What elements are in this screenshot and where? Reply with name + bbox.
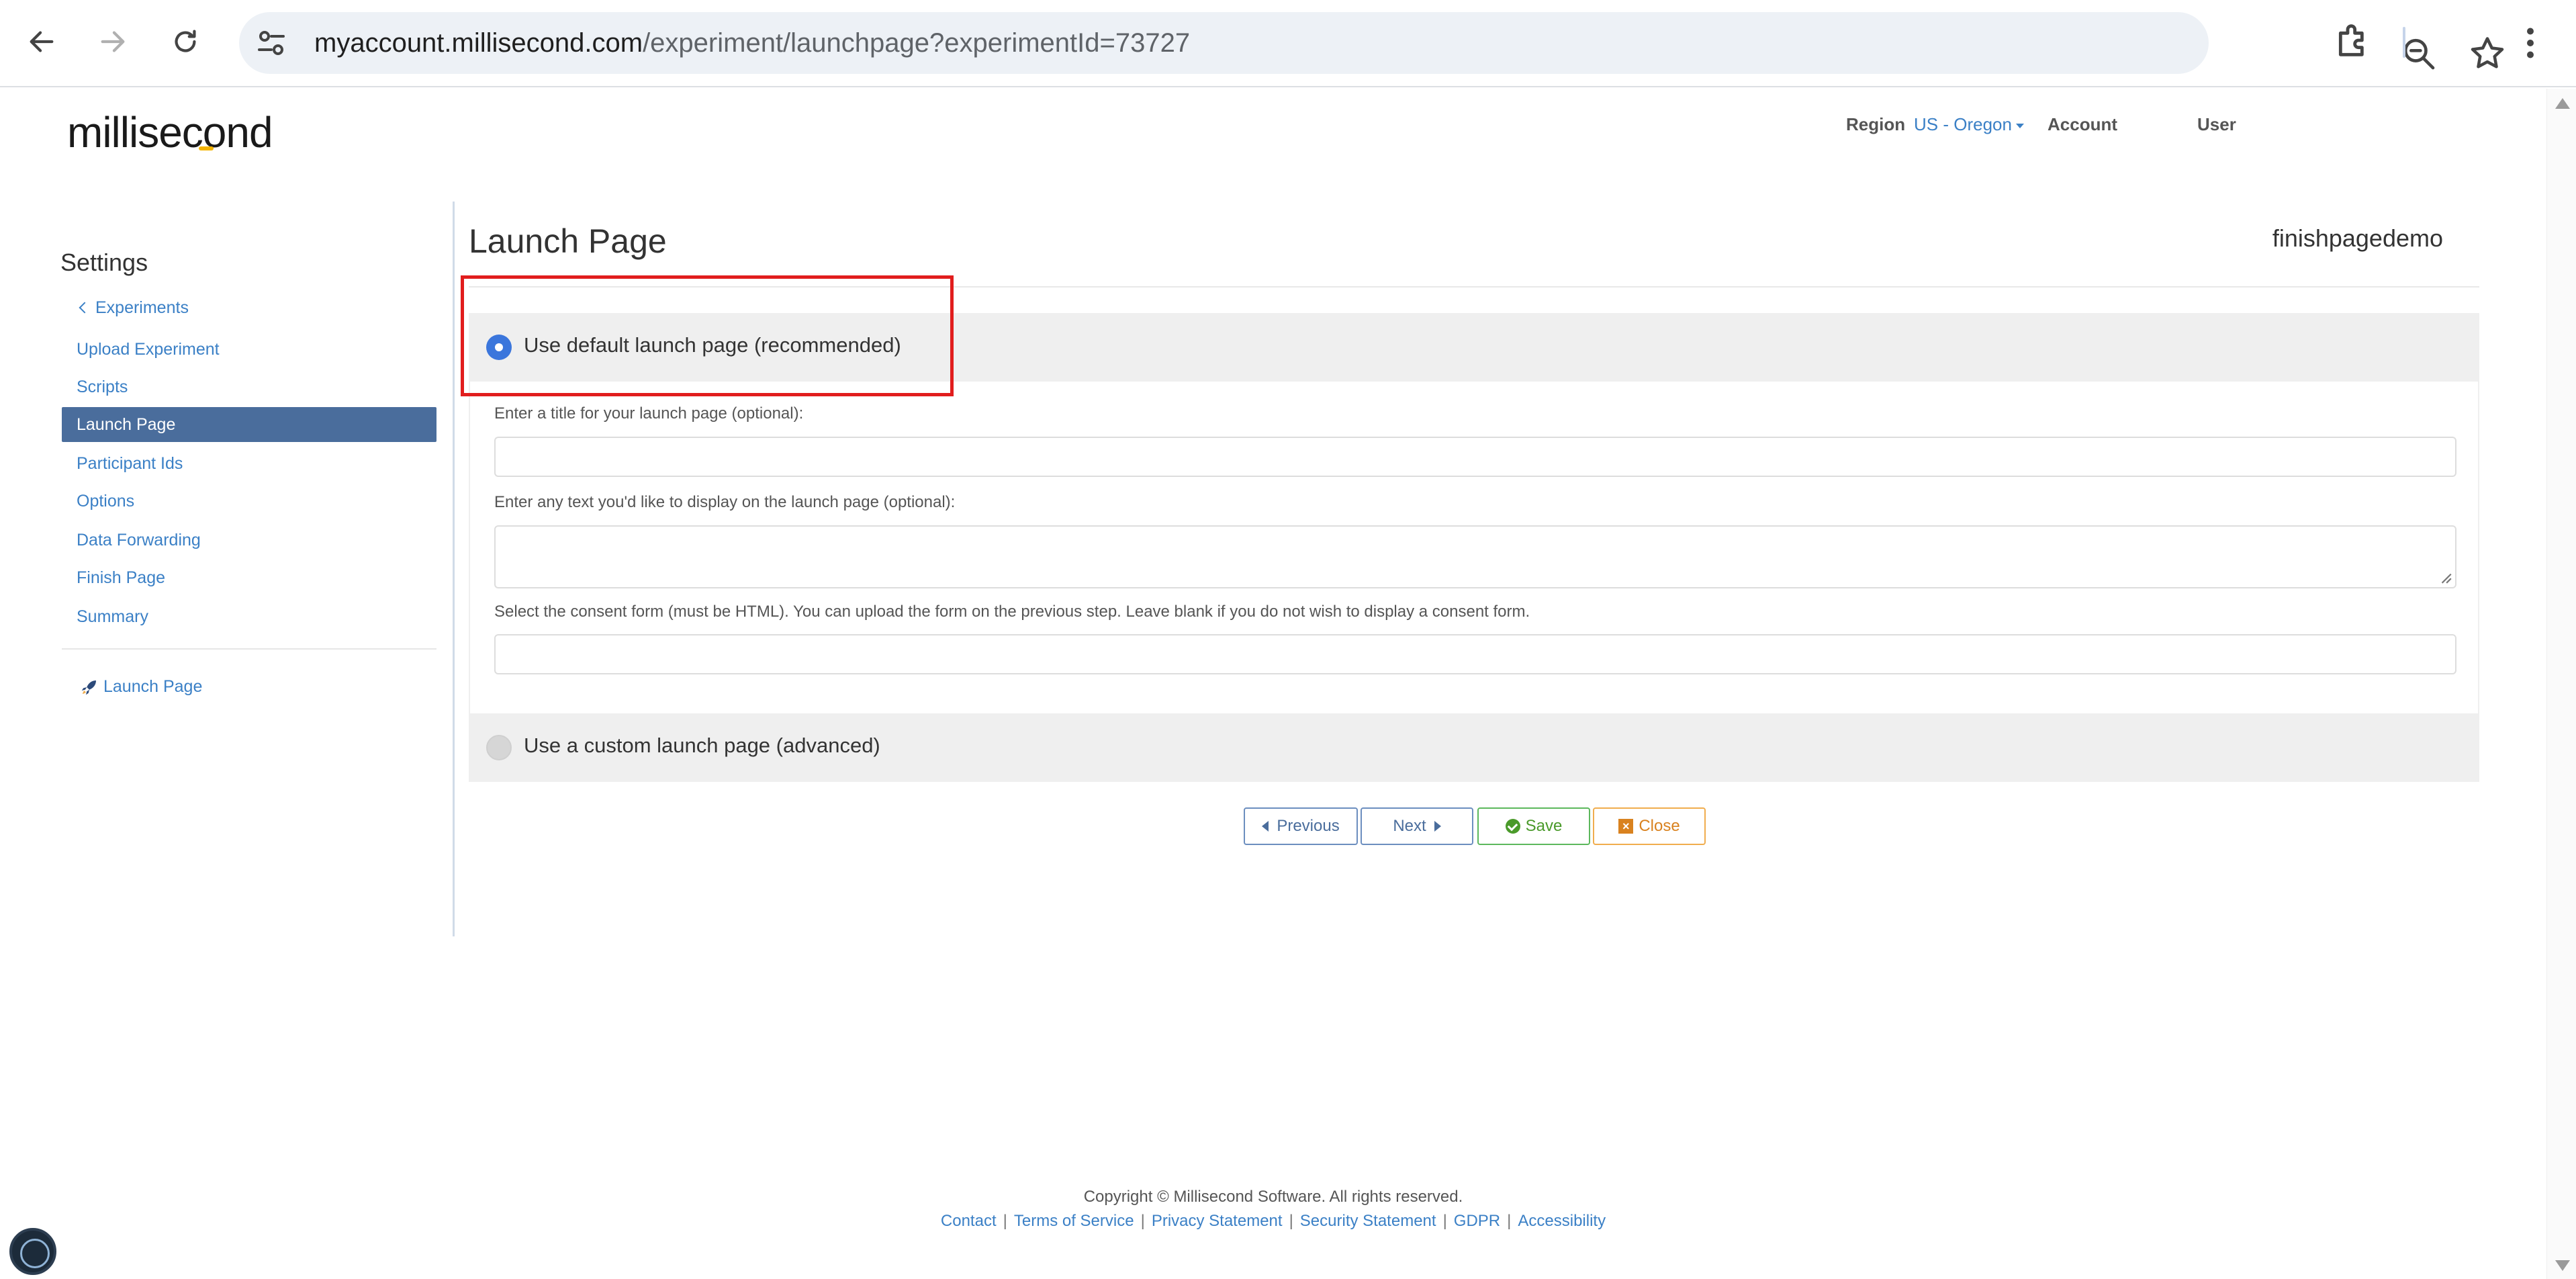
rocket-icon	[81, 680, 96, 695]
sidebar-divider	[62, 648, 436, 650]
custom-launch-radio[interactable]	[486, 735, 512, 760]
account-link[interactable]: Account	[2048, 114, 2117, 135]
toolbar-divider	[2403, 27, 2405, 58]
sidebar-item-launch-page[interactable]: Launch Page	[62, 407, 436, 442]
logo-text: millisecond	[67, 108, 273, 157]
sidebar-item-label: Launch Page	[103, 677, 203, 696]
url-text[interactable]: myaccount.millisecond.com/experiment/lau…	[314, 24, 1190, 62]
launch-title-input[interactable]	[494, 437, 2456, 477]
footer-contact-link[interactable]: Contact	[941, 1212, 997, 1230]
caret-left-icon	[1262, 821, 1269, 832]
page-title: Launch Page	[469, 222, 667, 260]
reload-icon	[175, 30, 196, 52]
sidebar-item-participant-ids[interactable]: Participant Ids	[62, 446, 436, 481]
footer-terms-link[interactable]: Terms of Service	[1014, 1212, 1134, 1230]
web-page: millisecond Region US - Oregon Account U…	[3, 89, 2544, 1279]
annotation-highlight-box	[461, 275, 954, 396]
caret-right-icon	[1434, 821, 1441, 832]
footer-separator: |	[1140, 1212, 1145, 1230]
scroll-up-arrow-icon[interactable]	[2555, 98, 2570, 109]
sidebar-back-experiments[interactable]: Experiments	[62, 290, 436, 325]
site-settings-icon[interactable]	[255, 27, 287, 59]
footer-separator: |	[1003, 1212, 1007, 1230]
sidebar-item-label: Experiments	[95, 298, 189, 317]
save-button[interactable]: Save	[1477, 807, 1590, 845]
consent-form-select[interactable]	[494, 634, 2456, 674]
arrow-right-icon	[101, 31, 125, 52]
footer-links: Contact | Terms of Service | Privacy Stateme…	[3, 1212, 2544, 1231]
back-button[interactable]	[17, 17, 66, 66]
close-label: Close	[1639, 817, 1680, 835]
chevron-left-icon	[79, 302, 91, 314]
footer-gdpr-link[interactable]: GDPR	[1454, 1212, 1500, 1230]
user-link[interactable]: User	[2197, 114, 2236, 135]
custom-launch-option[interactable]: Use a custom launch page (advanced)	[469, 713, 2479, 782]
text-field-label: Enter any text you'd like to display on …	[494, 493, 956, 511]
reload-button[interactable]	[161, 17, 210, 66]
close-square-icon: ×	[1618, 819, 1634, 834]
millisecond-logo[interactable]: millisecond	[67, 107, 273, 157]
sidebar-item-data-forwarding[interactable]: Data Forwarding	[62, 523, 436, 558]
kebab-menu-icon[interactable]	[2517, 23, 2544, 63]
region-label: Region	[1846, 114, 1906, 134]
footer-security-link[interactable]: Security Statement	[1300, 1212, 1436, 1230]
zoom-out-icon[interactable]	[2400, 35, 2438, 73]
close-button[interactable]: × Close	[1593, 807, 1706, 845]
sidebar-item-options[interactable]: Options	[62, 484, 436, 519]
save-label: Save	[1525, 817, 1563, 835]
forward-button[interactable]	[89, 17, 137, 66]
sidebar-item-summary[interactable]: Summary	[62, 599, 436, 634]
footer-separator: |	[1442, 1212, 1447, 1230]
browser-toolbar: myaccount.millisecond.com/experiment/lau…	[0, 0, 2576, 87]
consent-field-label: Select the consent form (must be HTML). …	[494, 603, 1530, 621]
sidebar-item-upload-experiment[interactable]: Upload Experiment	[62, 332, 436, 367]
resize-grip-icon[interactable]	[2438, 570, 2452, 584]
experiment-name: finishpagedemo	[2272, 224, 2443, 252]
custom-launch-label: Use a custom launch page (advanced)	[524, 734, 880, 757]
region-dropdown[interactable]: US - Oregon	[1914, 114, 2024, 135]
scroll-down-arrow-icon[interactable]	[2555, 1260, 2570, 1271]
sidebar-launch-link[interactable]: Launch Page	[62, 669, 436, 704]
sidebar-item-scripts[interactable]: Scripts	[62, 369, 436, 404]
footer-accessibility-link[interactable]: Accessibility	[1518, 1212, 1606, 1230]
next-button[interactable]: Next	[1361, 807, 1473, 845]
page-scrollbar[interactable]	[2546, 89, 2576, 1279]
arrow-left-icon	[30, 31, 54, 52]
address-bar[interactable]: myaccount.millisecond.com/experiment/lau…	[239, 12, 2504, 74]
launch-text-textarea[interactable]	[494, 525, 2456, 588]
footer-separator: |	[1507, 1212, 1512, 1230]
logo-accent	[199, 146, 214, 150]
previous-button[interactable]: Previous	[1244, 807, 1358, 845]
url-path: /experiment/launchpage?experimentId=7372…	[643, 28, 1191, 58]
title-field-label: Enter a title for your launch page (opti…	[494, 404, 804, 423]
footer-separator: |	[1289, 1212, 1293, 1230]
bookmark-star-icon[interactable]	[2467, 34, 2508, 74]
extensions-icon[interactable]	[2332, 19, 2375, 62]
settings-heading: Settings	[60, 249, 148, 276]
previous-label: Previous	[1277, 817, 1340, 835]
copyright-text: Copyright © Millisecond Software. All ri…	[1083, 1188, 1463, 1206]
sidebar-item-finish-page[interactable]: Finish Page	[62, 560, 436, 595]
next-label: Next	[1393, 817, 1426, 835]
footer-privacy-link[interactable]: Privacy Statement	[1152, 1212, 1283, 1230]
cookie-settings-button[interactable]	[9, 1228, 56, 1275]
content-divider	[453, 202, 455, 936]
url-host: myaccount.millisecond.com	[314, 28, 643, 58]
region-value: US - Oregon	[1914, 114, 2012, 134]
check-circle-icon	[1505, 819, 1520, 834]
